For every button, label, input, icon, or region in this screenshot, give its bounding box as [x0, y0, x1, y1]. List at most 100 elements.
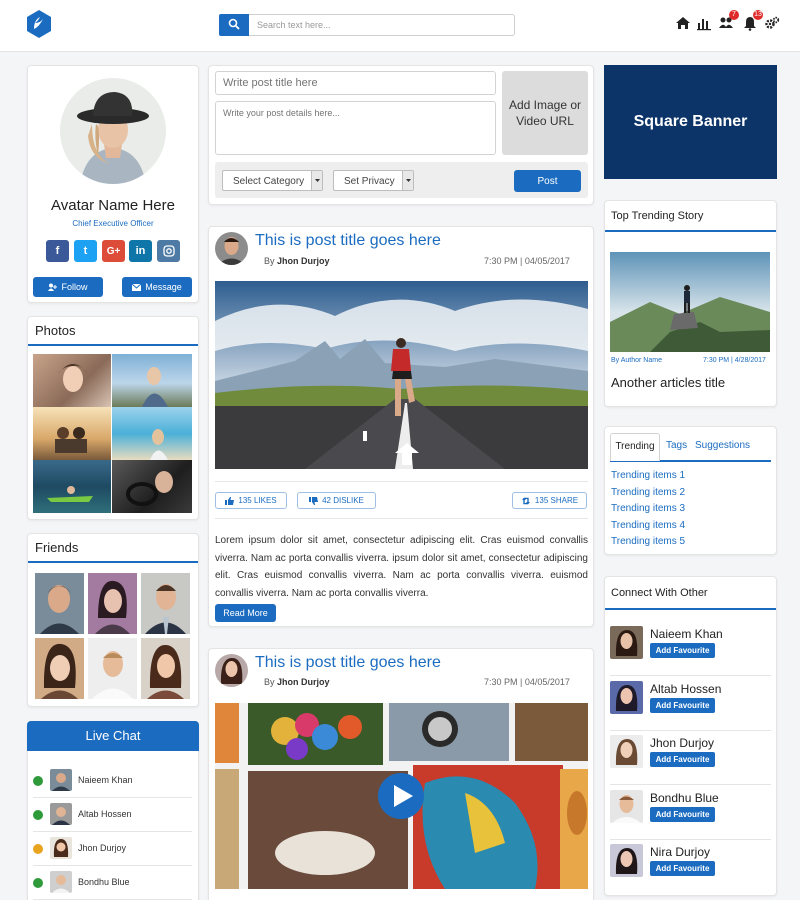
friend-avatar[interactable]	[88, 638, 137, 699]
search-button[interactable]	[219, 14, 249, 36]
privacy-select[interactable]: Set Privacy	[333, 170, 414, 191]
like-button[interactable]: 135 LIKES	[215, 492, 287, 509]
square-banner[interactable]: Square Banner	[604, 65, 777, 179]
online-check-icon	[33, 878, 43, 888]
dislike-button[interactable]: 42 DISLIKE	[297, 492, 376, 509]
trending-item[interactable]: Trending items 3	[611, 503, 685, 520]
chat-contact[interactable]: Bondhu Blue	[33, 866, 192, 900]
add-favourite-button[interactable]: Add Favourite	[650, 752, 715, 767]
google-plus-icon[interactable]: G+	[102, 240, 125, 262]
tab-tags[interactable]: Tags	[666, 440, 687, 451]
post-title[interactable]: This is post title goes here	[255, 232, 441, 250]
connect-title: Connect With Other	[605, 577, 776, 610]
follow-button[interactable]: Follow	[33, 277, 103, 297]
instagram-icon[interactable]	[157, 240, 180, 262]
trending-list: Trending items 1 Trending items 2 Trendi…	[611, 470, 685, 553]
trending-story-author[interactable]: By Author Name	[611, 357, 662, 364]
bar-chart-icon[interactable]	[696, 15, 712, 31]
author-avatar[interactable]	[215, 654, 248, 687]
dropdown-arrow-icon	[311, 171, 322, 190]
retweet-icon	[521, 497, 530, 504]
photo-thumb[interactable]	[112, 460, 192, 513]
chat-avatar	[50, 769, 72, 791]
photo-thumb[interactable]	[33, 460, 111, 513]
connect-person: Bondhu Blue Add Favourite	[610, 786, 771, 840]
linkedin-icon[interactable]: in	[129, 240, 152, 262]
photos-title: Photos	[28, 317, 198, 346]
chat-avatar	[50, 803, 72, 825]
post-video-thumbnail[interactable]	[215, 703, 588, 889]
photo-thumb[interactable]	[33, 354, 111, 407]
person-avatar[interactable]	[610, 844, 643, 877]
post-image-runner[interactable]	[215, 281, 588, 469]
trending-story-image[interactable]	[610, 252, 770, 352]
photo-thumb[interactable]	[33, 407, 111, 460]
add-favourite-button[interactable]: Add Favourite	[650, 698, 715, 713]
friend-avatar[interactable]	[35, 573, 84, 634]
home-icon[interactable]	[675, 15, 691, 31]
friends-request-icon[interactable]: 7	[718, 10, 739, 31]
post-button[interactable]: Post	[514, 170, 581, 192]
friends-title: Friends	[28, 534, 198, 563]
friend-avatar[interactable]	[141, 638, 190, 699]
tab-trending[interactable]: Trending	[610, 433, 660, 461]
away-status-icon	[33, 844, 43, 854]
post-author[interactable]: Jhon Durjoy	[277, 677, 330, 687]
chat-contact[interactable]: Jhon Durjoy	[33, 832, 192, 866]
post-byline: By Jhon Durjoy	[264, 256, 330, 266]
logo-icon[interactable]	[25, 9, 53, 39]
trending-item[interactable]: Trending items 4	[611, 520, 685, 537]
search-input[interactable]	[249, 14, 515, 36]
post-details-textarea[interactable]	[215, 101, 496, 155]
person-avatar[interactable]	[610, 790, 643, 823]
connect-person: Jhon Durjoy Add Favourite	[610, 731, 771, 785]
trending-article-title[interactable]: Another articles title	[611, 375, 725, 390]
facebook-icon[interactable]: f	[46, 240, 69, 262]
person-avatar[interactable]	[610, 735, 643, 768]
photo-thumb[interactable]	[112, 407, 192, 460]
add-favourite-button[interactable]: Add Favourite	[650, 643, 715, 658]
online-check-icon	[33, 776, 43, 786]
divider	[215, 481, 588, 482]
share-button[interactable]: 135 SHARE	[512, 492, 587, 509]
chat-avatar	[50, 837, 72, 859]
dropdown-arrow-icon	[402, 171, 413, 190]
live-chat-header[interactable]: Live Chat	[27, 721, 199, 751]
top-header: 7 13	[0, 0, 800, 52]
friends-badge: 7	[729, 10, 739, 20]
friend-avatar[interactable]	[35, 638, 84, 699]
read-more-button[interactable]: Read More	[215, 604, 276, 622]
profile-avatar[interactable]	[60, 78, 166, 184]
twitter-icon[interactable]: t	[74, 240, 97, 262]
message-button[interactable]: Message	[122, 277, 192, 297]
add-favourite-button[interactable]: Add Favourite	[650, 861, 715, 876]
profile-name: Avatar Name Here	[51, 197, 175, 214]
settings-gears-icon[interactable]	[764, 15, 780, 31]
post-author[interactable]: Jhon Durjoy	[277, 256, 330, 266]
trending-item[interactable]: Trending items 5	[611, 536, 685, 553]
trending-story-title: Top Trending Story	[605, 201, 776, 232]
author-avatar[interactable]	[215, 232, 248, 265]
thumbs-down-icon	[309, 496, 319, 505]
post-body: Lorem ipsum dolor sit amet, consectetur …	[215, 535, 588, 599]
post-title-input[interactable]	[215, 71, 496, 95]
post-byline: By Jhon Durjoy	[264, 677, 330, 687]
person-avatar[interactable]	[610, 626, 643, 659]
chat-contact[interactable]: Altab Hossen	[33, 798, 192, 832]
friend-avatar[interactable]	[141, 573, 190, 634]
connect-person: Nira Durjoy Add Favourite	[610, 840, 771, 894]
add-media-button[interactable]: Add Image or Video URL	[502, 71, 588, 155]
add-favourite-button[interactable]: Add Favourite	[650, 807, 715, 822]
post-title[interactable]: This is post title goes here	[255, 654, 441, 672]
tab-suggestions[interactable]: Suggestions	[695, 440, 750, 451]
search-icon	[228, 18, 240, 30]
photo-thumb[interactable]	[112, 354, 192, 407]
trending-item[interactable]: Trending items 2	[611, 487, 685, 504]
trending-item[interactable]: Trending items 1	[611, 470, 685, 487]
trending-story-time: 7:30 PM | 4/28/2017	[703, 357, 766, 364]
friend-avatar[interactable]	[88, 573, 137, 634]
notification-bell-icon[interactable]: 13	[742, 10, 763, 31]
chat-contact[interactable]: Naieem Khan	[33, 764, 192, 798]
person-avatar[interactable]	[610, 681, 643, 714]
category-select[interactable]: Select Category	[222, 170, 323, 191]
